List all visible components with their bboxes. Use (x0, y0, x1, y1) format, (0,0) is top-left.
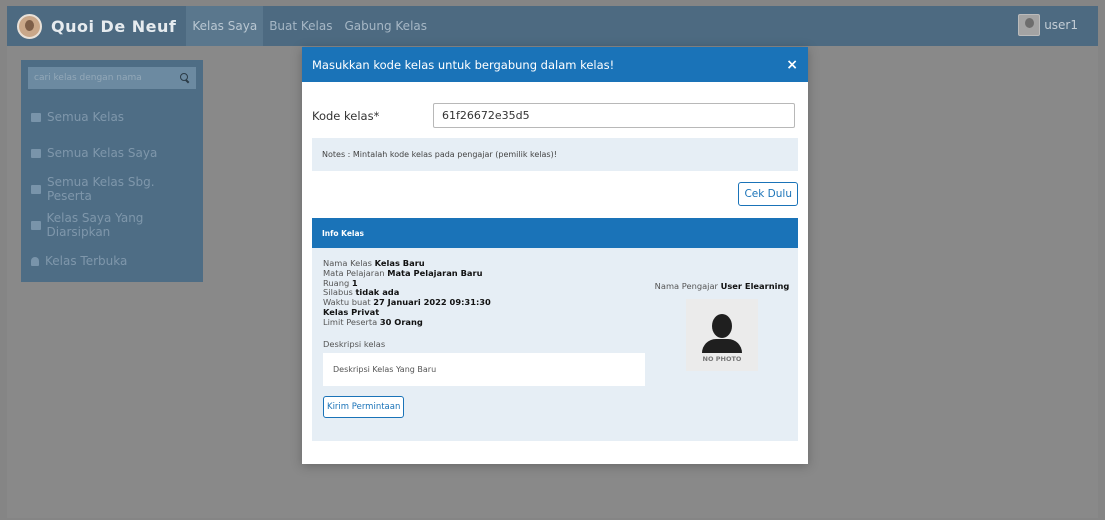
sidebar-item-terbuka[interactable]: Kelas Terbuka (21, 243, 203, 279)
person-body (702, 339, 742, 353)
archive-icon (31, 220, 41, 230)
nav-gabung-kelas[interactable]: Gabung Kelas (339, 6, 434, 46)
bell-icon (31, 256, 39, 266)
sidebar-item-diarsipkan[interactable]: Kelas Saya Yang Diarsipkan (21, 207, 203, 243)
info-header: Info Kelas (312, 218, 798, 248)
code-label: Kode kelas* (312, 108, 380, 123)
sidebar-item-label: Kelas Saya Yang Diarsipkan (46, 211, 144, 239)
brand-logo-icon (17, 13, 42, 39)
class-details: Nama Kelas Kelas Baru Mata Pelajaran Mat… (323, 258, 648, 418)
class-code-input[interactable] (433, 103, 795, 128)
info-body: Nama Kelas Kelas Baru Mata Pelajaran Mat… (312, 248, 798, 441)
info-mapel: Mata Pelajaran Mata Pelajaran Baru (323, 267, 483, 278)
desc-box: Deskripsi Kelas Yang Baru (323, 352, 645, 386)
user-menu[interactable]: user1 (1018, 14, 1078, 36)
sidebar: Semua Kelas Semua Kelas Saya Semua Kelas… (21, 60, 203, 282)
no-photo-icon: NO PHOTO (686, 299, 758, 371)
search-input[interactable] (34, 73, 164, 83)
nav-kelas-saya[interactable]: Kelas Saya (186, 6, 264, 46)
sidebar-item-label: Semua Kelas Saya (47, 146, 158, 160)
check-button[interactable]: Cek Dulu (738, 182, 798, 206)
sidebar-item-sbg-peserta[interactable]: Semua Kelas Sbg. Peserta (21, 171, 203, 207)
sidebar-search (28, 67, 196, 89)
modal-header: Masukkan kode kelas untuk bergabung dala… (302, 47, 808, 82)
info-limit: Limit Peserta 30 Orang (323, 316, 423, 327)
check-row: Cek Dulu (302, 182, 808, 206)
modal-title: Masukkan kode kelas untuk bergabung dala… (312, 57, 615, 72)
username: user1 (1044, 18, 1078, 32)
code-row: Kode kelas* (302, 103, 808, 128)
search-icon[interactable] (180, 73, 190, 83)
sidebar-item-semua-kelas-saya[interactable]: Semua Kelas Saya (21, 135, 203, 171)
teacher-info: Nama Pengajar User Elearning NO PHOTO (647, 281, 797, 371)
class-icon (31, 148, 41, 158)
no-photo-label: NO PHOTO (702, 355, 742, 363)
sidebar-item-label: Semua Kelas (47, 110, 125, 124)
class-icon (31, 112, 41, 122)
teacher-name: Nama Pengajar User Elearning (654, 281, 790, 291)
desc-label: Deskripsi kelas (323, 338, 386, 349)
close-icon[interactable]: × (786, 58, 798, 72)
sidebar-item-semua-kelas[interactable]: Semua Kelas (21, 99, 203, 135)
sidebar-item-label: Kelas Terbuka (45, 254, 128, 268)
notes: Notes : Mintalah kode kelas pada pengaja… (312, 138, 798, 171)
brand[interactable]: Quoi De Neuf (17, 6, 176, 46)
top-navbar: Quoi De Neuf Kelas Saya Buat Kelas Gabun… (7, 6, 1098, 46)
nav-buat-kelas[interactable]: Buat Kelas (263, 6, 338, 46)
avatar (1018, 14, 1041, 36)
person-head (712, 314, 732, 338)
join-class-modal: Masukkan kode kelas untuk bergabung dala… (302, 47, 808, 464)
brand-name: Quoi De Neuf (51, 16, 177, 36)
sidebar-item-label: Semua Kelas Sbg. Peserta (46, 175, 155, 203)
send-request-button[interactable]: Kirim Permintaan (323, 395, 405, 418)
class-icon (31, 184, 41, 194)
